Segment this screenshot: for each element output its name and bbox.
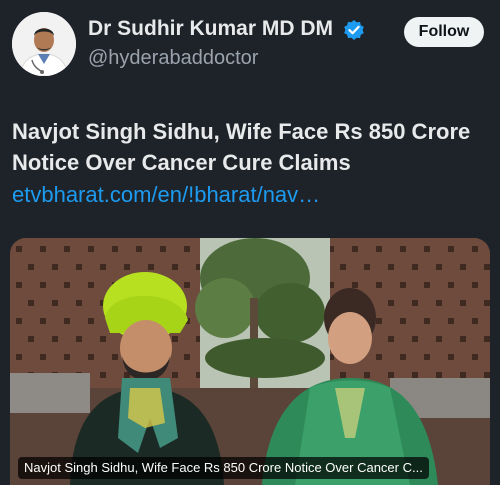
verified-badge-icon (344, 20, 364, 40)
post-text: Navjot Singh Sidhu, Wife Face Rs 850 Cro… (12, 119, 471, 175)
post-link[interactable]: etvbharat.com/en/!bharat/nav… (12, 179, 320, 210)
author-name[interactable]: Dr Sudhir Kumar MD DM (88, 16, 333, 42)
follow-button[interactable]: Follow (404, 17, 484, 47)
card-caption: Navjot Singh Sidhu, Wife Face Rs 850 Cro… (18, 457, 429, 479)
post-header: Dr Sudhir Kumar MD DM @hyderabaddoctor F… (0, 0, 500, 80)
card-image (10, 238, 490, 485)
link-card[interactable]: Navjot Singh Sidhu, Wife Face Rs 850 Cro… (10, 238, 490, 485)
avatar-image (12, 12, 76, 76)
author-handle[interactable]: @hyderabaddoctor (88, 45, 258, 71)
avatar[interactable] (12, 12, 76, 76)
